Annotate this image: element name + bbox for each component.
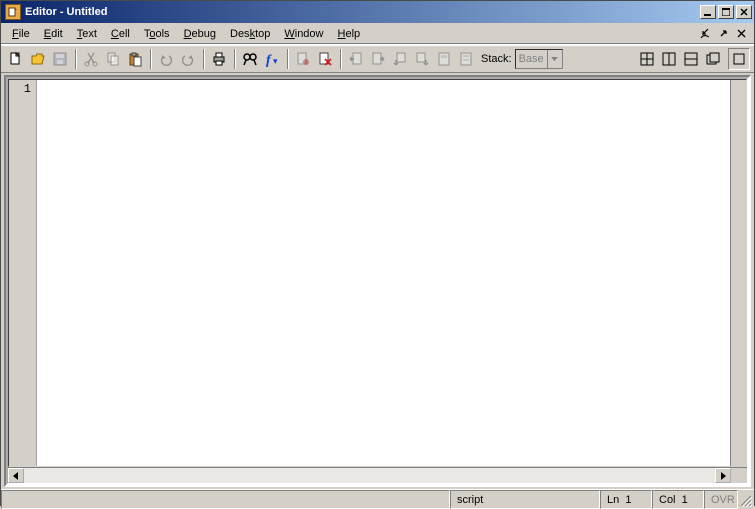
new-file-icon[interactable] <box>5 48 27 70</box>
tile-left-right-icon[interactable] <box>658 48 680 70</box>
app-icon <box>5 4 21 20</box>
menu-file[interactable]: File <box>5 26 37 42</box>
set-breakpoint-icon[interactable] <box>292 48 314 70</box>
tile-top-bottom-icon[interactable] <box>680 48 702 70</box>
menu-tools[interactable]: Tools <box>137 26 177 42</box>
maximize-button[interactable] <box>718 5 734 19</box>
function-hint-icon[interactable]: f▾ <box>261 48 283 70</box>
float-window-icon[interactable] <box>702 48 724 70</box>
vertical-scrollbar[interactable] <box>730 80 746 466</box>
open-file-icon[interactable] <box>27 48 49 70</box>
status-line: Ln 1 <box>600 490 652 509</box>
svg-text:▾: ▾ <box>273 56 278 66</box>
close-button[interactable] <box>736 5 752 19</box>
print-icon[interactable] <box>208 48 230 70</box>
redo-icon[interactable] <box>177 48 199 70</box>
dropdown-arrow-icon <box>547 50 562 68</box>
menu-cell[interactable]: Cell <box>104 26 137 42</box>
maximize-pane-icon[interactable] <box>728 48 750 70</box>
window-title: Editor - Untitled <box>25 6 108 18</box>
find-icon[interactable] <box>239 48 261 70</box>
menu-desktop[interactable]: Desktop <box>223 26 277 42</box>
stack-label: Stack: <box>481 53 512 65</box>
clear-breakpoint-icon[interactable] <box>314 48 336 70</box>
menu-window[interactable]: Window <box>277 26 330 42</box>
scroll-track[interactable] <box>24 468 715 483</box>
copy-icon[interactable] <box>102 48 124 70</box>
run-right-icon[interactable] <box>367 48 389 70</box>
text-editor[interactable] <box>37 80 730 466</box>
run-left-icon[interactable] <box>345 48 367 70</box>
resize-grip-icon[interactable] <box>738 490 754 509</box>
run-downright-icon[interactable] <box>411 48 433 70</box>
menu-text[interactable]: Text <box>70 26 104 42</box>
svg-text:f: f <box>266 53 272 67</box>
run-cells-icon[interactable] <box>455 48 477 70</box>
menu-debug[interactable]: Debug <box>177 26 223 42</box>
status-col: Col 1 <box>652 490 704 509</box>
run-cell-icon[interactable] <box>433 48 455 70</box>
external-window-icon[interactable] <box>716 27 730 41</box>
run-down-icon[interactable] <box>389 48 411 70</box>
scroll-right-icon[interactable] <box>715 468 731 483</box>
status-empty <box>1 490 450 509</box>
horizontal-scrollbar[interactable] <box>8 467 747 483</box>
stack-select[interactable]: Base <box>515 49 563 69</box>
menu-help[interactable]: Help <box>331 26 368 42</box>
status-ovr: OVR <box>704 490 738 509</box>
line-number-gutter: 1 <box>9 80 37 466</box>
toolbar: f▾ Stack: Base <box>1 45 754 73</box>
scroll-corner <box>731 468 747 483</box>
paste-icon[interactable] <box>124 48 146 70</box>
stack-value: Base <box>519 53 544 65</box>
menubar-close-icon[interactable] <box>734 27 748 41</box>
scroll-left-icon[interactable] <box>8 468 24 483</box>
minimize-button[interactable] <box>700 5 716 19</box>
title-bar: Editor - Untitled <box>1 1 754 23</box>
save-file-icon[interactable] <box>49 48 71 70</box>
status-mode: script <box>450 490 600 509</box>
dock-undock-icon[interactable] <box>698 27 712 41</box>
tile-grid-icon[interactable] <box>636 48 658 70</box>
cut-icon[interactable] <box>80 48 102 70</box>
menu-bar: File Edit Text Cell Tools Debug Desktop … <box>1 23 754 45</box>
editor-area: 1 <box>4 75 751 487</box>
menu-edit[interactable]: Edit <box>37 26 70 42</box>
status-bar: script Ln 1 Col 1 OVR <box>1 489 754 509</box>
undo-icon[interactable] <box>155 48 177 70</box>
